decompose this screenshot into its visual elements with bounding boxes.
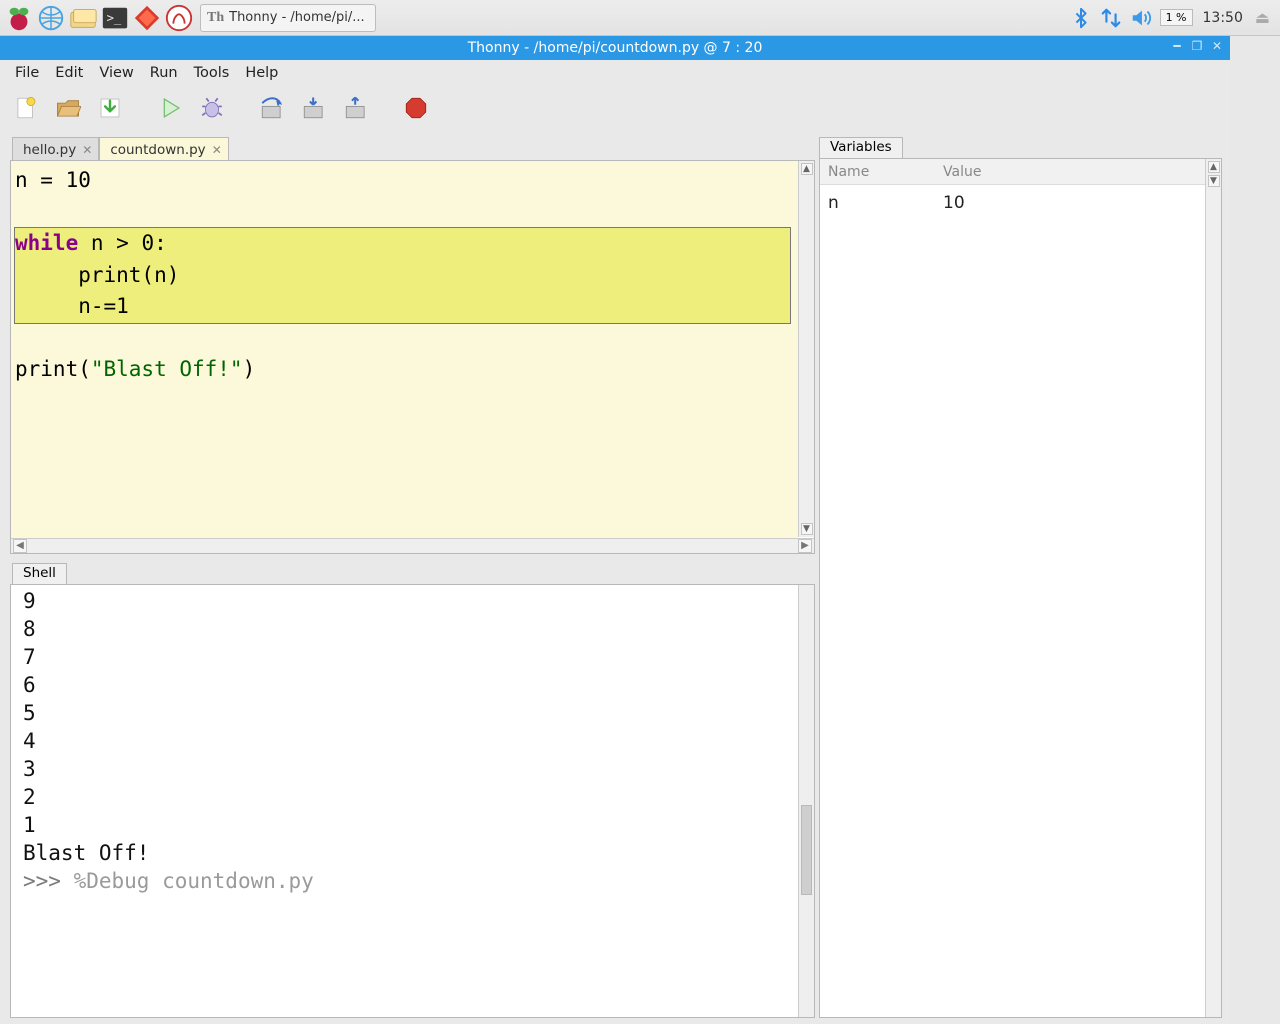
step-over-button[interactable] — [256, 92, 288, 124]
toolbar — [0, 86, 1230, 130]
menu-bar: File Edit View Run Tools Help — [0, 60, 1230, 86]
volume-icon[interactable] — [1130, 7, 1152, 29]
editor-tabs: hello.py✕ countdown.py✕ — [10, 134, 815, 160]
menu-raspberry-icon[interactable] — [4, 3, 34, 33]
network-icon[interactable] — [1100, 7, 1122, 29]
tab-countdown[interactable]: countdown.py✕ — [99, 137, 228, 161]
clock[interactable]: 13:50 — [1201, 10, 1243, 26]
shell-prompt: >>> — [23, 869, 74, 893]
window-maximize-icon[interactable]: ❐ — [1190, 39, 1204, 53]
variables-col-value[interactable]: Value — [935, 164, 981, 180]
window-close-icon[interactable]: ✕ — [1210, 39, 1224, 53]
stop-button[interactable] — [400, 92, 432, 124]
menu-tools[interactable]: Tools — [187, 63, 237, 83]
variables-vertical-scrollbar[interactable]: ▲▼ — [1205, 159, 1221, 1017]
menu-file[interactable]: File — [8, 63, 46, 83]
system-tray: 1 % 13:50 ⏏ — [1070, 7, 1276, 29]
window-title: Thonny - /home/pi/countdown.py @ 7 : 20 — [468, 40, 763, 56]
shell-vertical-scrollbar[interactable] — [798, 585, 814, 1017]
variable-row[interactable]: n 10 — [820, 185, 1221, 213]
shell-command: %Debug countdown.py — [74, 869, 314, 893]
thonny-window: Thonny - /home/pi/countdown.py @ 7 : 20 … — [0, 36, 1230, 1024]
taskbar-app-thonny[interactable]: Th Thonny - /home/pi/... — [200, 4, 376, 32]
open-file-button[interactable] — [52, 92, 84, 124]
close-icon[interactable]: ✕ — [80, 143, 92, 157]
debug-button[interactable] — [196, 92, 228, 124]
thonny-icon: Th — [207, 10, 224, 26]
new-file-button[interactable] — [10, 92, 42, 124]
taskbar-app-label: Thonny - /home/pi/... — [229, 10, 365, 25]
eject-icon[interactable]: ⏏ — [1251, 8, 1270, 27]
editor-horizontal-scrollbar[interactable]: ◀▶ — [11, 538, 814, 553]
shell-pane: Shell 9 8 7 6 5 4 3 2 1 Blast Off! >>> %… — [10, 560, 815, 1018]
close-icon[interactable]: ✕ — [210, 143, 222, 157]
variable-name: n — [820, 193, 935, 213]
os-taskbar: >_ Th Thonny - /home/pi/... 1 % 13:50 ⏏ — [0, 0, 1280, 36]
menu-edit[interactable]: Edit — [48, 63, 90, 83]
web-browser-icon[interactable] — [36, 3, 66, 33]
menu-help[interactable]: Help — [238, 63, 285, 83]
tab-shell[interactable]: Shell — [12, 563, 67, 585]
cpu-usage[interactable]: 1 % — [1160, 9, 1193, 26]
menu-run[interactable]: Run — [143, 63, 185, 83]
file-manager-icon[interactable] — [68, 3, 98, 33]
terminal-icon[interactable]: >_ — [100, 3, 130, 33]
wolfram-icon[interactable] — [164, 3, 194, 33]
shell-output[interactable]: 9 8 7 6 5 4 3 2 1 Blast Off! >>> %Debug … — [10, 584, 815, 1018]
editor-pane: hello.py✕ countdown.py✕ n = 10 while n >… — [10, 134, 815, 554]
run-button[interactable] — [154, 92, 186, 124]
editor-vertical-scrollbar[interactable]: ▲▼ — [798, 161, 814, 537]
mathematica-icon[interactable] — [132, 3, 162, 33]
window-minimize-icon[interactable]: ━ — [1170, 39, 1184, 53]
bluetooth-icon[interactable] — [1070, 7, 1092, 29]
variables-header: Name Value — [820, 159, 1221, 185]
svg-text:>_: >_ — [107, 10, 122, 24]
step-out-button[interactable] — [340, 92, 372, 124]
variables-col-name[interactable]: Name — [820, 164, 935, 180]
debug-highlight-block: while n > 0: print(n) n-=1 — [15, 228, 790, 323]
tab-variables[interactable]: Variables — [819, 137, 903, 159]
window-titlebar[interactable]: Thonny - /home/pi/countdown.py @ 7 : 20 … — [0, 36, 1230, 60]
save-button[interactable] — [94, 92, 126, 124]
step-into-button[interactable] — [298, 92, 330, 124]
code-editor[interactable]: n = 10 while n > 0: print(n) n-=1 print(… — [10, 160, 815, 554]
menu-view[interactable]: View — [92, 63, 140, 83]
variables-pane: Variables Name Value n 10 ▲▼ — [815, 130, 1230, 1024]
variable-value: 10 — [935, 193, 965, 213]
tab-hello[interactable]: hello.py✕ — [12, 137, 99, 161]
